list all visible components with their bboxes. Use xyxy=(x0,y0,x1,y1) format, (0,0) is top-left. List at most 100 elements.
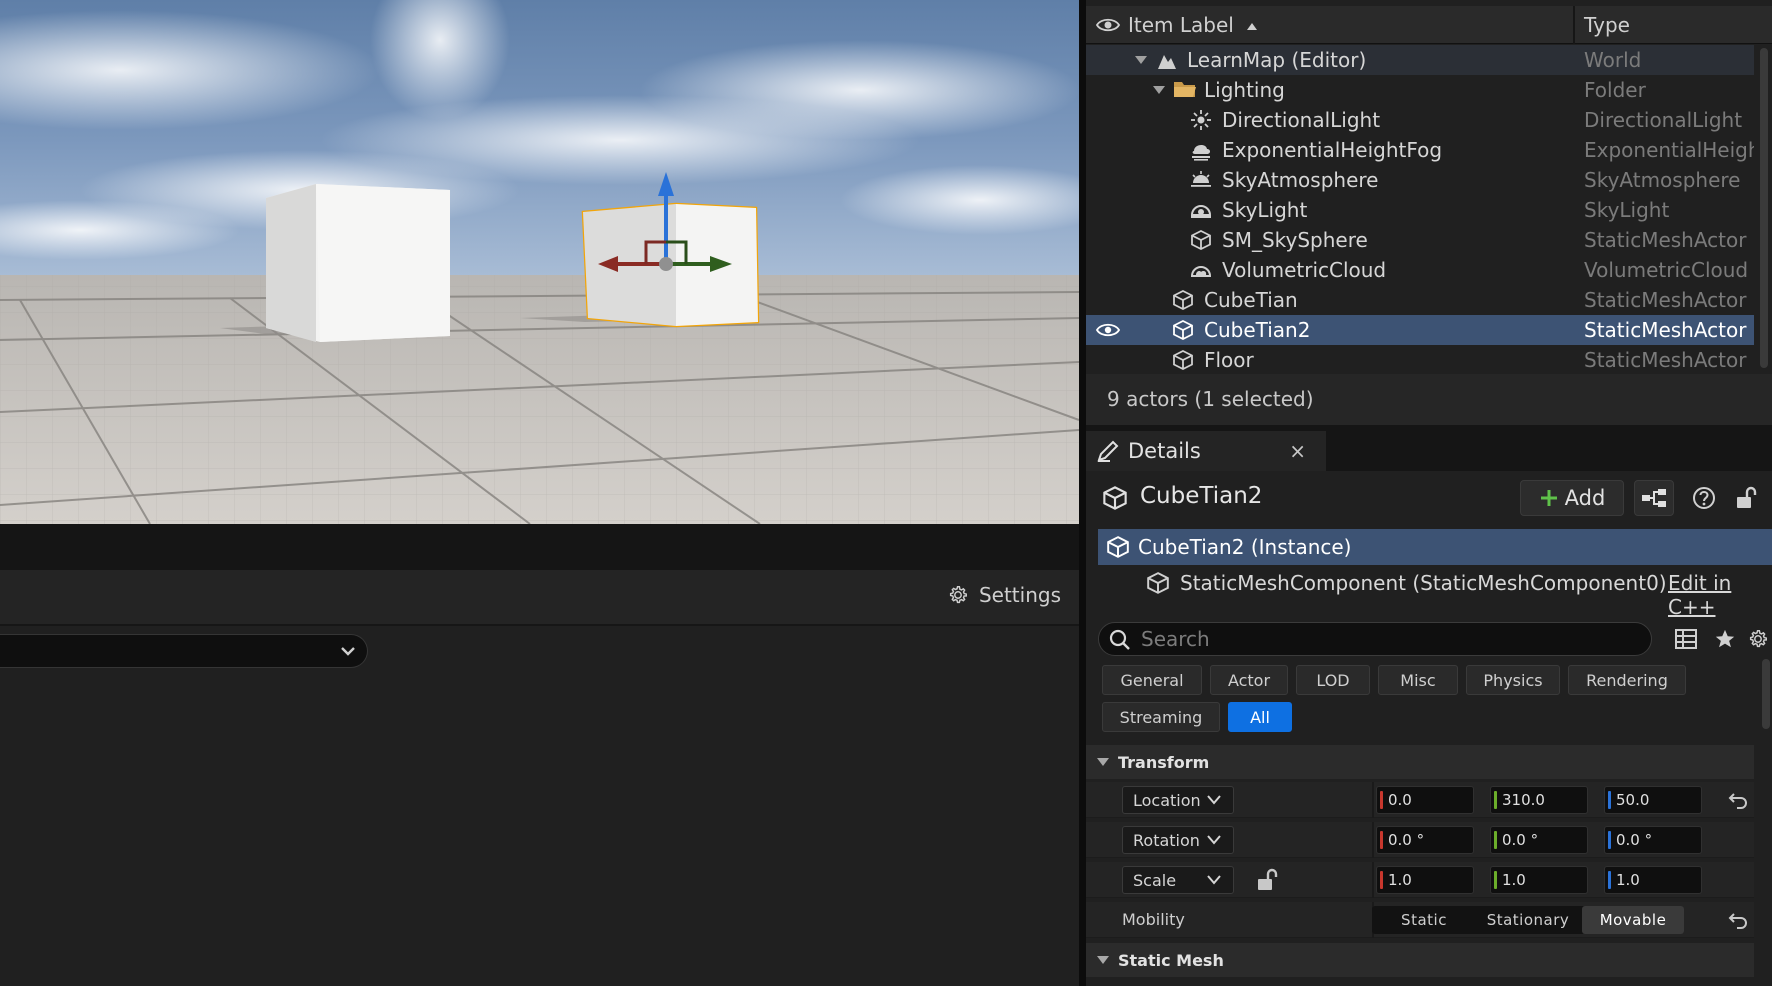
filter-physics[interactable]: Physics xyxy=(1466,665,1560,695)
mobility-stationary[interactable]: Stationary xyxy=(1476,906,1580,934)
axis-x-marker xyxy=(1380,791,1383,809)
unlock-icon xyxy=(1737,486,1757,508)
lock-button[interactable] xyxy=(1726,480,1766,516)
row-type: StaticMeshActor xyxy=(1584,348,1747,372)
column-type[interactable]: Type xyxy=(1584,6,1630,44)
location-dropdown[interactable]: Location xyxy=(1122,786,1234,814)
static-mesh-icon xyxy=(1191,229,1211,251)
outliner-row-exponentialheightfog[interactable]: ExponentialHeightFog ExponentialHeightF xyxy=(1086,135,1754,165)
outliner-row-skyatmosphere[interactable]: SkyAtmosphere SkyAtmosphere xyxy=(1086,165,1754,195)
chevron-down-icon xyxy=(1207,835,1221,845)
details-scrollbar[interactable] xyxy=(1762,659,1770,729)
gear-icon[interactable] xyxy=(1746,628,1770,650)
panel-dropdown[interactable] xyxy=(0,634,368,668)
scale-y-value: 1.0 xyxy=(1502,871,1526,889)
search-input[interactable] xyxy=(1141,626,1641,652)
outliner-row-cubetian2[interactable]: CubeTian2 StaticMeshActor xyxy=(1086,315,1754,345)
property-separator xyxy=(1372,862,1374,898)
outliner-row-floor[interactable]: Floor StaticMeshActor xyxy=(1086,345,1754,375)
filter-lod[interactable]: LOD xyxy=(1296,665,1370,695)
static-mesh-icon xyxy=(1147,572,1169,594)
star-icon[interactable] xyxy=(1714,628,1736,650)
component-instance-row[interactable]: CubeTian2 (Instance) xyxy=(1098,529,1772,565)
location-z-field[interactable]: 50.0 xyxy=(1604,786,1702,814)
sort-ascending-icon xyxy=(1247,23,1258,30)
chevron-down-icon xyxy=(1207,875,1221,885)
row-type: StaticMeshActor xyxy=(1584,228,1747,252)
outliner-row-sm-skysphere[interactable]: SM_SkySphere StaticMeshActor xyxy=(1086,225,1754,255)
row-type: StaticMeshActor xyxy=(1584,288,1747,312)
filter-general[interactable]: General xyxy=(1102,665,1202,695)
panel-tab-strip xyxy=(0,524,1079,570)
eye-icon[interactable] xyxy=(1096,16,1120,34)
column-separator[interactable] xyxy=(1573,6,1575,44)
reset-arrow-icon[interactable] xyxy=(1728,791,1748,809)
row-label: SkyAtmosphere xyxy=(1222,168,1379,192)
location-y-field[interactable]: 310.0 xyxy=(1490,786,1588,814)
sky-light-icon xyxy=(1190,205,1212,218)
component-label: StaticMeshComponent (StaticMeshComponent… xyxy=(1180,571,1667,595)
height-fog-icon xyxy=(1192,145,1210,161)
table-view-icon[interactable] xyxy=(1674,628,1698,650)
expand-triangle-icon[interactable] xyxy=(1134,55,1148,65)
axis-y-marker xyxy=(1494,791,1497,809)
filter-misc[interactable]: Misc xyxy=(1378,665,1458,695)
blueprint-icon xyxy=(1642,489,1666,507)
outliner-row-volumetriccloud[interactable]: VolumetricCloud VolumetricCloud xyxy=(1086,255,1754,285)
rotation-y-field[interactable]: 0.0 ° xyxy=(1490,826,1588,854)
section-static-mesh[interactable]: Static Mesh xyxy=(1086,943,1754,977)
settings-button[interactable]: Settings xyxy=(947,583,1061,607)
location-x-field[interactable]: 0.0 xyxy=(1376,786,1474,814)
blueprint-button[interactable] xyxy=(1634,480,1674,516)
row-type: SkyLight xyxy=(1584,198,1670,222)
panel-splitter[interactable] xyxy=(1079,0,1086,986)
outliner-row-skylight[interactable]: SkyLight SkyLight xyxy=(1086,195,1754,225)
scale-dropdown[interactable]: Scale xyxy=(1122,866,1234,894)
scale-x-field[interactable]: 1.0 xyxy=(1376,866,1474,894)
close-icon[interactable]: × xyxy=(1289,439,1306,463)
location-z-value: 50.0 xyxy=(1616,791,1650,809)
reset-arrow-icon[interactable] xyxy=(1728,911,1748,929)
outliner-row-directionallight[interactable]: DirectionalLight DirectionalLight xyxy=(1086,105,1754,135)
scale-z-field[interactable]: 1.0 xyxy=(1604,866,1702,894)
rotation-x-field[interactable]: 0.0 ° xyxy=(1376,826,1474,854)
scale-y-field[interactable]: 1.0 xyxy=(1490,866,1588,894)
actor-name[interactable]: CubeTian2 xyxy=(1140,483,1262,509)
details-panel: Details × CubeTian2 Add CubeTian2 (Insta… xyxy=(1086,425,1772,986)
column-item-label[interactable]: Item Label xyxy=(1128,6,1258,44)
details-search[interactable] xyxy=(1098,622,1652,656)
row-label: ExponentialHeightFog xyxy=(1222,138,1443,162)
outliner-row-folder-lighting[interactable]: Lighting Folder xyxy=(1086,75,1754,105)
filter-rendering[interactable]: Rendering xyxy=(1568,665,1686,695)
property-scale: Scale 1.0 1.0 1.0 xyxy=(1086,862,1754,898)
rotation-z-field[interactable]: 0.0 ° xyxy=(1604,826,1702,854)
help-button[interactable] xyxy=(1684,480,1724,516)
expand-triangle-icon[interactable] xyxy=(1152,85,1166,95)
filter-all[interactable]: All xyxy=(1228,702,1292,732)
mobility-static[interactable]: Static xyxy=(1372,906,1476,934)
tab-details[interactable]: Details × xyxy=(1086,431,1326,471)
level-viewport[interactable] xyxy=(0,0,1079,524)
chevron-down-icon xyxy=(1207,795,1221,805)
filter-streaming[interactable]: Streaming xyxy=(1102,702,1220,732)
outliner-scrollbar[interactable] xyxy=(1760,48,1768,368)
component-staticmesh-row[interactable]: StaticMeshComponent (StaticMeshComponent… xyxy=(1098,565,1772,619)
outliner-panel: Item Label Type LearnMap (Editor) World … xyxy=(1086,0,1772,425)
mobility-movable[interactable]: Movable xyxy=(1582,906,1684,934)
filter-actor[interactable]: Actor xyxy=(1210,665,1288,695)
axis-y-marker xyxy=(1494,871,1497,889)
sky-atmosphere-icon xyxy=(1191,171,1211,187)
eye-icon[interactable] xyxy=(1096,322,1120,338)
rotation-z-value: 0.0 ° xyxy=(1616,831,1653,849)
outliner-row-world[interactable]: LearnMap (Editor) World xyxy=(1086,45,1754,75)
section-static-mesh-title: Static Mesh xyxy=(1118,951,1224,970)
add-component-button[interactable]: Add xyxy=(1520,480,1624,516)
outliner-row-cubetian[interactable]: CubeTian StaticMeshActor xyxy=(1086,285,1754,315)
rotation-dropdown[interactable]: Rotation xyxy=(1122,826,1234,854)
rotation-y-value: 0.0 ° xyxy=(1502,831,1539,849)
unlock-icon[interactable] xyxy=(1256,868,1278,892)
row-type: DirectionalLight xyxy=(1584,108,1743,132)
section-transform[interactable]: Transform xyxy=(1086,745,1754,779)
edit-in-cpp-link[interactable]: Edit in C++ xyxy=(1668,571,1772,619)
axis-z-marker xyxy=(1608,791,1611,809)
